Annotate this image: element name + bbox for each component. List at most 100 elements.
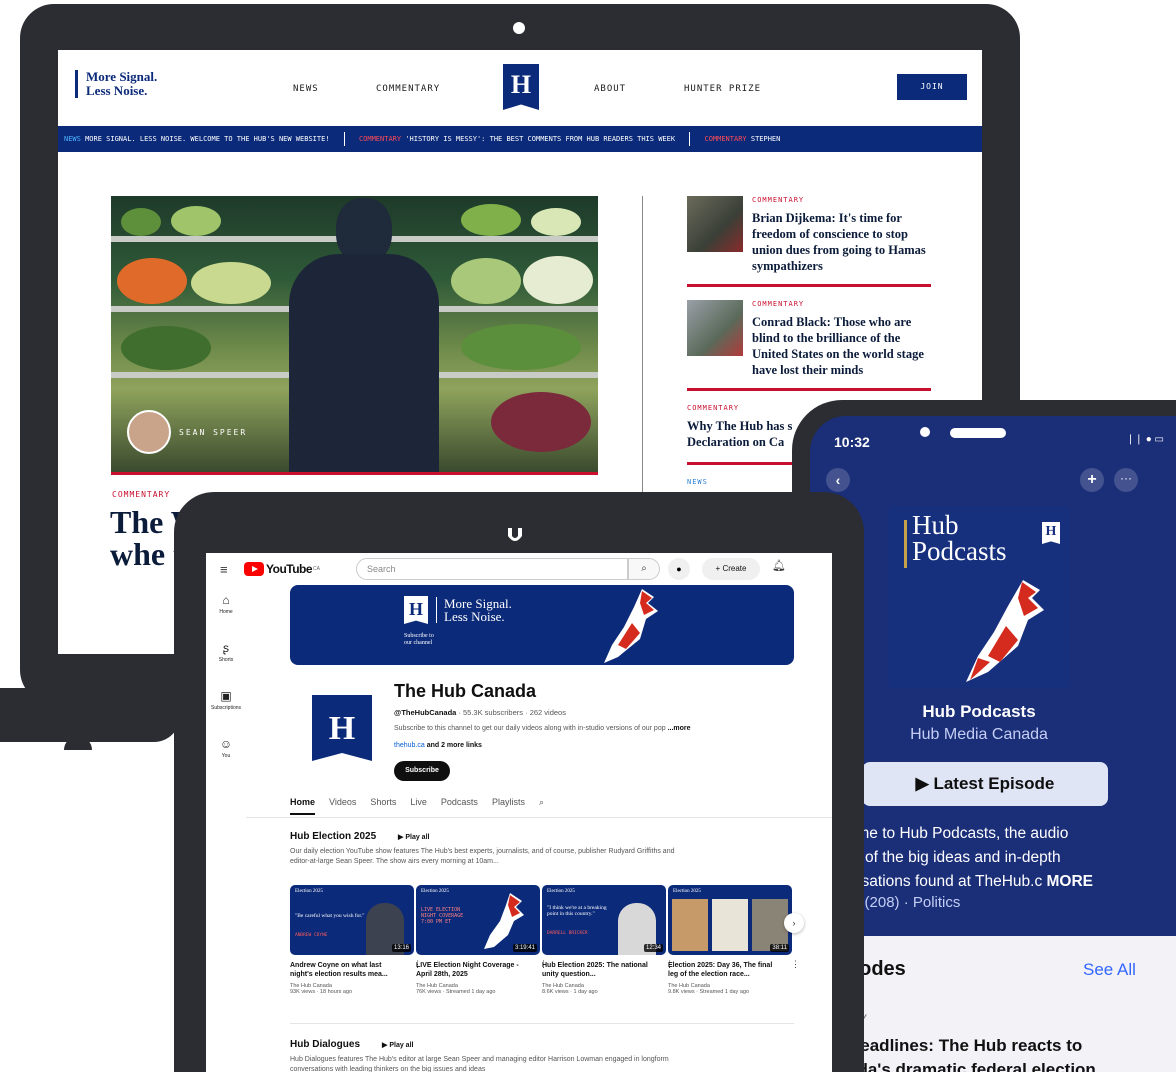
voice-search-button[interactable]: ● [668,558,690,580]
site-logo[interactable]: More Signal. Less Noise. [75,70,157,98]
story-rule [687,388,931,391]
more-link[interactable]: MORE [1047,873,1094,890]
play-all-button[interactable]: ▶ Play all [382,1041,413,1049]
latest-episode-button[interactable]: ▶ Latest Episode [862,762,1108,806]
notifications-bell-icon[interactable]: 🔔︎ [772,559,786,572]
ticker-text[interactable]: MORE SIGNAL. LESS NOISE. WELCOME TO THE … [85,135,329,143]
video-stats: 76K views · Streamed 1 day ago [416,989,496,995]
ticker-text[interactable]: STEPHEN [751,135,781,143]
channel-links-more[interactable]: and 2 more links [425,742,482,749]
sidebar-item-you[interactable]: ☺ You [206,737,246,785]
story-category[interactable]: COMMENTARY [752,196,804,204]
tab-playlists[interactable]: Playlists [492,797,525,815]
sidebar-item-shorts[interactable]: ʂ Shorts [206,641,246,689]
video-duration: 12:34 [643,944,663,952]
story-thumbnail[interactable] [687,300,743,356]
story-thumbnail[interactable] [687,196,743,252]
thumbnail-guest: ANDREW COYNE [295,933,328,938]
section-description: Hub Dialogues features The Hub's editor … [290,1056,669,1072]
play-all-button[interactable]: ▶ Play all [398,833,429,841]
ticker-tag[interactable]: COMMENTARY [704,135,746,143]
channel-description[interactable]: Subscribe to this channel to get our dai… [394,725,691,732]
video-title[interactable]: Hub Election 2025: The national unity qu… [542,961,654,979]
kebab-menu-icon[interactable]: ⋮ [791,959,800,970]
tab-shorts[interactable]: Shorts [370,797,396,815]
story-title[interactable]: Brian Dijkema: It's time for freedom of … [752,210,930,274]
cover-title-line: Hub [912,510,959,540]
channel-links[interactable]: thehub.ca and 2 more links [394,742,482,749]
cover-title-line: Podcasts [912,536,1007,566]
cover-accent-bar [904,520,907,568]
hero-image[interactable]: SEAN SPEER [111,196,598,472]
subscribe-button[interactable]: Subscribe [394,761,450,781]
logo-line-2: Less Noise. [86,83,148,98]
see-all-link[interactable]: See All [1083,960,1136,980]
carousel-next-button[interactable]: › [784,913,804,933]
back-button[interactable]: ‹ [826,468,850,492]
tab-live[interactable]: Live [410,797,427,815]
tab-videos[interactable]: Videos [329,797,356,815]
channel-link[interactable]: thehub.ca [394,742,425,749]
nav-news[interactable]: NEWS [293,84,319,94]
video-title[interactable]: LIVE Election Night Coverage - April 28t… [416,961,528,979]
hamburger-menu-icon[interactable]: ≡ [220,562,228,577]
ticker-tag[interactable]: COMMENTARY [359,135,401,143]
search-button[interactable]: ⌕ [628,558,660,580]
ticker-tag[interactable]: NEWS [64,135,81,143]
video-title[interactable]: Election 2025: Day 36, The final leg of … [668,961,780,979]
section-title[interactable]: Hub Election 2025 [290,831,376,842]
story-rule [687,462,807,465]
more-options-button[interactable]: ··· [1114,468,1138,492]
podcast-cover-art[interactable]: Hub Podcasts H [888,506,1070,688]
channel-search-icon[interactable]: ⌕ [539,797,544,815]
youtube-logo[interactable]: YouTube CA [244,562,320,576]
ellipsis-icon: ··· [1120,471,1132,485]
create-button[interactable]: + Create [702,558,760,580]
you-icon: ☺ [219,737,233,751]
story-category[interactable]: COMMENTARY [752,300,804,308]
story-title[interactable]: Conrad Black: Those who are blind to the… [752,314,930,378]
video-title[interactable]: Andrew Coyne on what last night's electi… [290,961,402,979]
tab-podcasts[interactable]: Podcasts [441,797,478,815]
video-thumbnail[interactable]: Election 2025 "I think we're at a breaki… [542,885,666,955]
produce [491,392,591,452]
video-card[interactable]: Election 2025 38:11 Election 2025: Day 3… [668,885,800,995]
video-thumbnail[interactable]: Election 2025 38:11 [668,885,792,955]
hub-badge-logo[interactable]: H [503,64,539,110]
sidebar-item-subscriptions[interactable]: ▣ Subscriptions [206,689,246,737]
channel-avatar[interactable]: H [306,691,378,763]
rating-category[interactable]: 3 (208) · Politics [852,894,960,911]
episode-title-line: ada's dramatic federal election [848,1060,1096,1072]
section-title[interactable]: Hub Dialogues [290,1039,360,1050]
produce [461,204,521,236]
author-avatar[interactable] [127,410,171,454]
thumbnail-tag: Election 2025 [295,889,323,894]
hero-category[interactable]: COMMENTARY [112,490,170,499]
video-thumbnail[interactable]: Election 2025 LIVE ELECTION NIGHT COVERA… [416,885,540,955]
tab-home[interactable]: Home [290,797,316,815]
episode-title[interactable]: Headlines: The Hub reacts to ada's drama… [848,1034,1168,1072]
nav-commentary[interactable]: COMMENTARY [376,84,440,94]
camera-dot [920,427,930,437]
story-category[interactable]: NEWS [687,478,708,486]
video-card[interactable]: Election 2025 "Be careful what you wish … [290,885,422,995]
video-card[interactable]: Election 2025 "I think we're at a breaki… [542,885,674,995]
nav-about[interactable]: ABOUT [594,84,626,94]
ticker-text[interactable]: 'HISTORY IS MESSY': THE BEST COMMENTS FR… [405,135,675,143]
add-button[interactable]: + [1080,468,1104,492]
search-input[interactable]: Search [356,558,628,580]
video-card[interactable]: Election 2025 LIVE ELECTION NIGHT COVERA… [416,885,548,995]
sidebar-item-label: Subscriptions [210,705,241,711]
tabs-divider [246,817,832,818]
more-link[interactable]: ...more [668,725,691,732]
chevron-right-icon: › [792,918,796,928]
youtube-wordmark: YouTube [266,562,313,576]
nav-hunter-prize[interactable]: HUNTER PRIZE [684,84,761,94]
author-name[interactable]: SEAN SPEER [179,428,247,437]
video-thumbnail[interactable]: Election 2025 "Be careful what you wish … [290,885,414,955]
avatar-letter: H [329,710,355,747]
sidebar-item-home[interactable]: ⌂ Home [206,593,246,641]
join-button[interactable]: JOIN [897,74,967,100]
home-icon: ⌂ [222,593,230,607]
camera-dot [513,22,525,34]
